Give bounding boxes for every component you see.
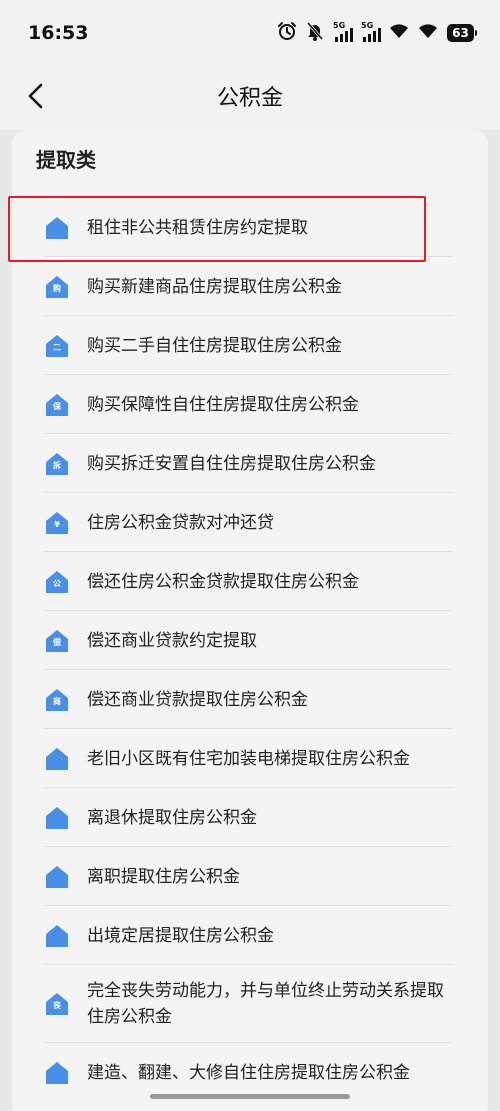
icon-glyph: 购 xyxy=(53,283,61,293)
icon-glyph: 二 xyxy=(53,342,61,352)
list-item-label: 偿还住房公积金贷款提取住房公积金 xyxy=(87,571,359,592)
signal-5g-icon-2: 5G xyxy=(361,21,381,42)
list-item[interactable]: 购 购买新建商品住房提取住房公积金 xyxy=(12,257,488,316)
house-build-icon xyxy=(45,1061,69,1085)
alarm-icon xyxy=(277,21,297,45)
status-bar: 16:53 5G 5G 63 xyxy=(0,0,500,66)
list-item[interactable]: 出境定居提取住房公积金 xyxy=(12,906,488,965)
icon-glyph: 商 xyxy=(53,696,61,706)
list-item-label: 偿还商业贷款提取住房公积金 xyxy=(87,689,308,710)
list-item[interactable]: 离职提取住房公积金 xyxy=(12,847,488,906)
home-indicator[interactable] xyxy=(150,1094,350,1099)
key-house-icon xyxy=(45,216,69,240)
icon-glyph: 拆 xyxy=(53,460,61,470)
wifi-icon xyxy=(389,23,409,43)
house-second-hand-icon: 二 xyxy=(45,334,69,358)
icon-glyph: ¥ xyxy=(54,519,60,529)
list-item-label: 购买拆迁安置自住住房提取住房公积金 xyxy=(87,453,376,474)
mute-bell-icon xyxy=(306,21,324,45)
house-yuan-icon: ¥ xyxy=(45,511,69,535)
list-item[interactable]: 丧 完全丧失劳动能力，并与单位终止劳动关系提取住房公积金 xyxy=(12,965,488,1043)
house-plane-icon xyxy=(45,924,69,948)
list-item[interactable]: 偿 偿还商业贷款约定提取 xyxy=(12,611,488,670)
list-item-label: 购买新建商品住房提取住房公积金 xyxy=(87,276,342,297)
list-item[interactable]: 保 购买保障性自住住房提取住房公积金 xyxy=(12,375,488,434)
house-commercial-icon: 商 xyxy=(45,688,69,712)
app-screen: 16:53 5G 5G 63 公积金 提取类 租住非公共租赁住房约定提取 购 购… xyxy=(0,0,500,1111)
list-item[interactable]: 二 购买二手自住住房提取住房公积金 xyxy=(12,316,488,375)
list-item-label: 偿还商业贷款约定提取 xyxy=(87,630,257,651)
list-item-label: 住房公积金贷款对冲还贷 xyxy=(87,512,274,533)
nav-bar: 公积金 xyxy=(0,66,500,130)
list-item-label: 购买二手自住住房提取住房公积金 xyxy=(87,335,342,356)
house-resign-icon xyxy=(45,865,69,889)
icon-glyph: 保 xyxy=(53,401,61,411)
list-item[interactable]: 离退休提取住房公积金 xyxy=(12,788,488,847)
list-item[interactable]: 公 偿还住房公积金贷款提取住房公积金 xyxy=(12,552,488,611)
list-item-label: 完全丧失劳动能力，并与单位终止劳动关系提取住房公积金 xyxy=(87,981,444,1027)
signal-5g-icon: 5G xyxy=(333,21,353,42)
house-disability-icon: 丧 xyxy=(45,992,69,1016)
house-relocation-icon: 拆 xyxy=(45,452,69,476)
list-item-label: 购买保障性自住住房提取住房公积金 xyxy=(87,394,359,415)
page-title: 公积金 xyxy=(216,86,283,111)
withdrawal-card: 提取类 租住非公共租赁住房约定提取购 购买新建商品住房提取住房公积金二 购买二手自住… xyxy=(12,130,488,1111)
house-retire-icon xyxy=(45,806,69,830)
list-item[interactable]: 老旧小区既有住宅加装电梯提取住房公积金 xyxy=(12,729,488,788)
list-item-label: 离退休提取住房公积金 xyxy=(87,807,257,828)
house-repay-icon: 偿 xyxy=(45,629,69,653)
list-item-label: 老旧小区既有住宅加装电梯提取住房公积金 xyxy=(87,748,410,769)
section-title: 提取类 xyxy=(36,148,96,172)
withdrawal-list: 租住非公共租赁住房约定提取购 购买新建商品住房提取住房公积金二 购买二手自住住房提取… xyxy=(12,198,488,1102)
house-buy-icon: 购 xyxy=(45,275,69,299)
list-item[interactable]: 商 偿还商业贷款提取住房公积金 xyxy=(12,670,488,729)
wifi-icon-2 xyxy=(418,23,438,43)
battery-icon: 63 xyxy=(447,24,477,42)
house-affordable-icon: 保 xyxy=(45,393,69,417)
icon-glyph: 偿 xyxy=(53,637,61,647)
list-item-label: 建造、翻建、大修自住住房提取住房公积金 xyxy=(87,1062,410,1083)
icon-glyph: 丧 xyxy=(53,1001,61,1010)
list-item-label: 租住非公共租赁住房约定提取 xyxy=(87,217,308,238)
list-item[interactable]: 拆 购买拆迁安置自住住房提取住房公积金 xyxy=(12,434,488,493)
house-public-loan-icon: 公 xyxy=(45,570,69,594)
house-elevator-icon xyxy=(45,747,69,771)
list-item[interactable]: 租住非公共租赁住房约定提取 xyxy=(12,198,488,257)
list-item-label: 出境定居提取住房公积金 xyxy=(87,925,274,946)
list-item[interactable]: ¥ 住房公积金贷款对冲还贷 xyxy=(12,493,488,552)
status-icons: 5G 5G 63 xyxy=(277,20,477,46)
list-item-label: 离职提取住房公积金 xyxy=(87,866,240,887)
status-time: 16:53 xyxy=(28,22,89,44)
icon-glyph: 公 xyxy=(53,578,61,588)
